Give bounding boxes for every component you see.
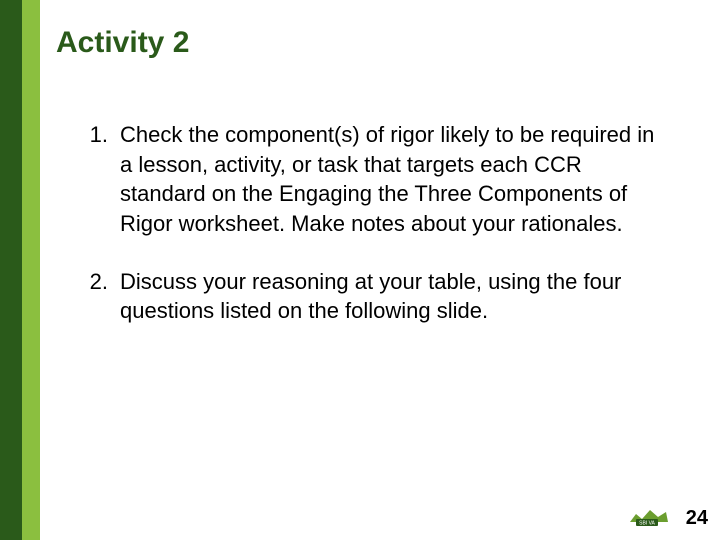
slide-title: Activity 2 — [56, 26, 189, 60]
list-item-number: 1. — [80, 120, 120, 239]
list-item-text: Check the component(s) of rigor likely t… — [120, 120, 660, 239]
slide-body: 1. Check the component(s) of rigor likel… — [80, 120, 660, 354]
page-number: 24 — [686, 507, 708, 530]
accent-stripe-light — [22, 0, 40, 540]
footer-logo: SBI VA — [628, 504, 670, 528]
logo-icon: SBI VA — [628, 504, 670, 528]
accent-stripe-dark — [0, 0, 22, 540]
list-item-text: Discuss your reasoning at your table, us… — [120, 267, 660, 326]
logo-text: SBI VA — [639, 521, 655, 527]
list-item: 1. Check the component(s) of rigor likel… — [80, 120, 660, 239]
list-item-number: 2. — [80, 267, 120, 326]
slide: Activity 2 1. Check the component(s) of … — [0, 0, 720, 540]
list-item: 2. Discuss your reasoning at your table,… — [80, 267, 660, 326]
